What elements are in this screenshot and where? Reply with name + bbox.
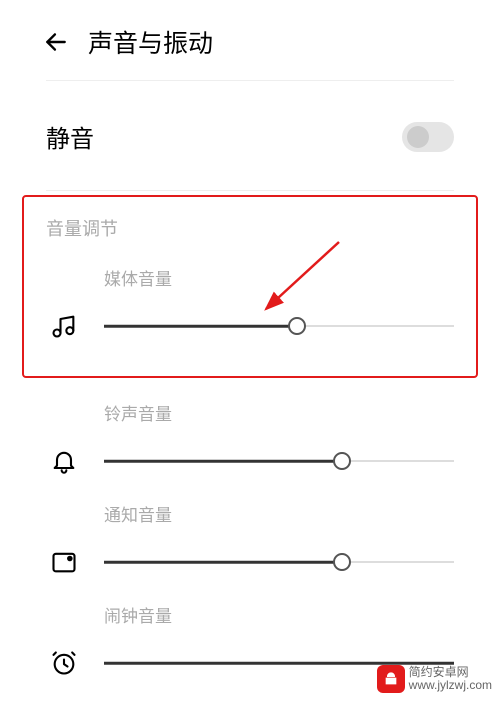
media-volume-slider[interactable] xyxy=(104,314,454,338)
mute-toggle[interactable] xyxy=(402,122,454,152)
notification-volume-group: 通知音量 xyxy=(0,479,500,580)
ringtone-volume-slider[interactable] xyxy=(104,449,454,473)
watermark: 简约安卓网 www.jylzwj.com xyxy=(377,665,492,693)
alarm-volume-label: 闹钟音量 xyxy=(104,602,454,627)
header: 声音与振动 xyxy=(0,0,500,80)
music-icon xyxy=(46,308,82,344)
bell-icon xyxy=(46,443,82,479)
mute-row: 静音 xyxy=(0,81,500,190)
ringtone-volume-label: 铃声音量 xyxy=(104,400,454,425)
mute-label: 静音 xyxy=(46,119,94,154)
highlight-annotation: 音量调节 媒体音量 xyxy=(22,195,478,378)
volume-section-header: 音量调节 xyxy=(46,215,454,241)
watermark-badge-icon xyxy=(377,665,405,693)
watermark-url: www.jylzwj.com xyxy=(409,679,492,692)
ringtone-volume-group: 铃声音量 xyxy=(0,378,500,479)
media-volume-label: 媒体音量 xyxy=(104,265,454,290)
page-title: 声音与振动 xyxy=(88,24,213,60)
back-icon[interactable] xyxy=(42,28,70,56)
notification-volume-label: 通知音量 xyxy=(104,501,454,526)
divider xyxy=(46,190,454,191)
alarm-icon xyxy=(46,645,82,681)
notification-volume-slider[interactable] xyxy=(104,550,454,574)
media-volume-group: 媒体音量 xyxy=(46,265,454,344)
notification-icon xyxy=(46,544,82,580)
